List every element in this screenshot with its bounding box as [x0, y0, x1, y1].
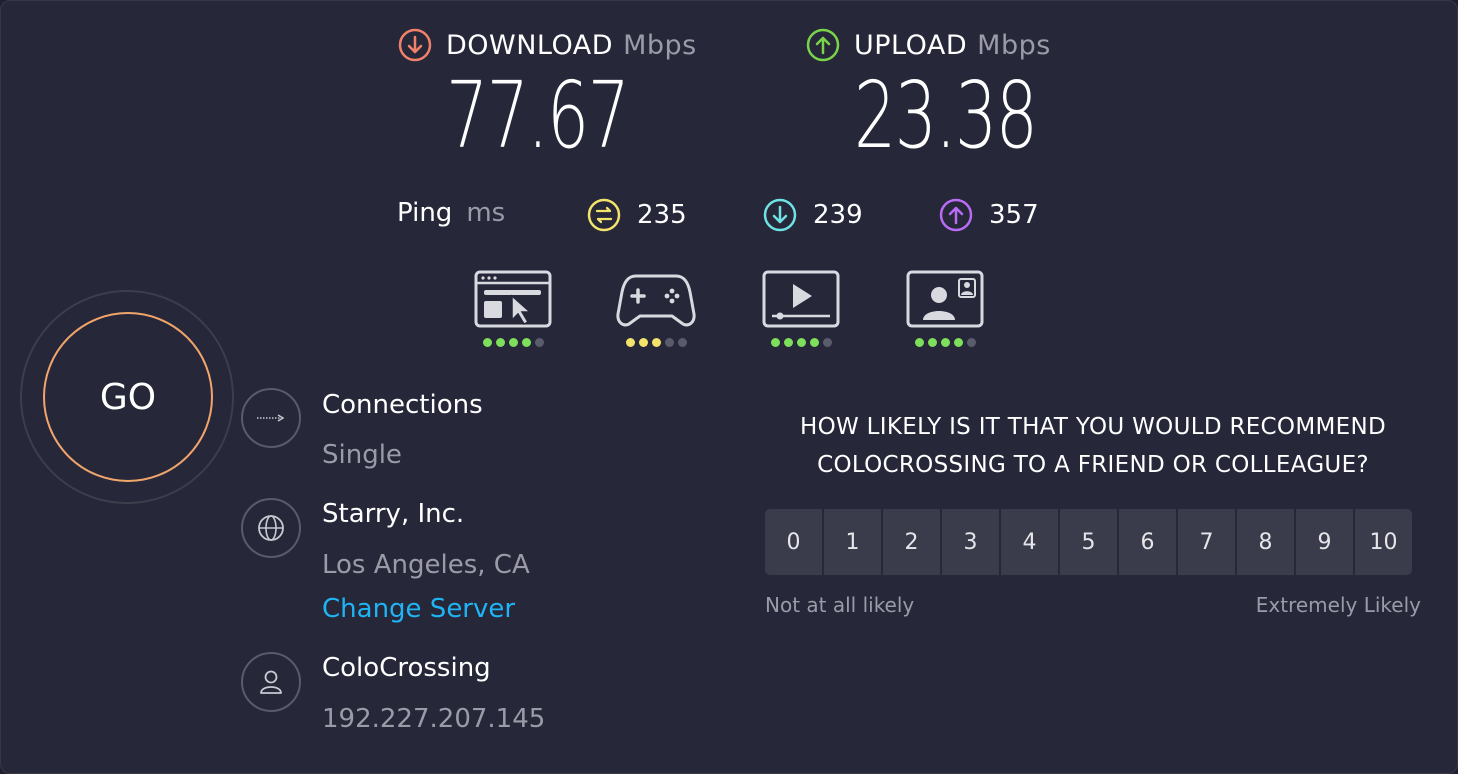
scale-option-6[interactable]: 6: [1119, 509, 1176, 575]
rating-dot: [495, 338, 505, 347]
rating-dot: [822, 338, 832, 347]
idle-latency-icon: [587, 198, 621, 232]
rating-dot: [508, 338, 518, 347]
scale-option-3[interactable]: 3: [942, 509, 999, 575]
rating-dot: [534, 338, 544, 347]
rating-dot: [966, 338, 976, 347]
rating-dot: [677, 338, 687, 347]
provider-ip: 192.227.207.145: [322, 704, 546, 734]
download-latency-icon: [763, 198, 797, 232]
scale-option-9[interactable]: 9: [1296, 509, 1353, 575]
quality-web-browsing: [473, 270, 553, 347]
ping-download-value: 239: [813, 200, 863, 230]
connections-value[interactable]: Single: [322, 440, 402, 470]
rating-dot: [783, 338, 793, 347]
scale-option-0[interactable]: 0: [765, 509, 822, 575]
scale-low-label: Not at all likely: [765, 593, 915, 617]
ping-heading: Ping ms: [397, 198, 505, 228]
ping-upload-value: 357: [989, 200, 1039, 230]
download-unit: Mbps: [623, 29, 697, 61]
quality-rating: [905, 338, 985, 347]
ping-idle: 235: [587, 198, 687, 232]
rating-dot: [809, 338, 819, 347]
upload-unit: Mbps: [977, 29, 1051, 61]
recommend-scale: 0 1 2 3 4 5 6 7 8 9 10: [765, 509, 1412, 575]
ping-unit: ms: [466, 198, 506, 228]
web-browsing-icon: [473, 270, 553, 334]
server-name: Starry, Inc.: [322, 499, 465, 529]
scale-option-2[interactable]: 2: [883, 509, 940, 575]
connections-icon[interactable]: [241, 388, 301, 448]
scale-option-8[interactable]: 8: [1237, 509, 1294, 575]
rating-dot: [927, 338, 937, 347]
quality-rating: [473, 338, 553, 347]
rating-dot: [796, 338, 806, 347]
rating-dot: [651, 338, 661, 347]
change-server-link[interactable]: Change Server: [322, 594, 515, 624]
download-header: DOWNLOAD Mbps: [398, 28, 697, 62]
quality-video-streaming: [761, 270, 841, 347]
rating-dot: [638, 338, 648, 347]
server-location: Los Angeles, CA: [322, 550, 530, 580]
connections-title: Connections: [322, 390, 483, 420]
scale-option-7[interactable]: 7: [1178, 509, 1235, 575]
upload-header: UPLOAD Mbps: [806, 28, 1051, 62]
go-button[interactable]: GO: [43, 312, 213, 482]
download-label: DOWNLOAD: [446, 29, 614, 61]
ping-download: 239: [763, 198, 863, 232]
upload-latency-icon: [939, 198, 973, 232]
scale-option-10[interactable]: 10: [1355, 509, 1412, 575]
globe-icon: [241, 498, 301, 558]
scale-option-4[interactable]: 4: [1001, 509, 1058, 575]
upload-value: 23.38: [854, 62, 1038, 169]
quality-gaming: [616, 270, 696, 347]
provider-name: ColoCrossing: [322, 653, 491, 683]
quality-rating: [616, 338, 696, 347]
upload-label: UPLOAD: [854, 29, 968, 61]
scale-option-5[interactable]: 5: [1060, 509, 1117, 575]
user-icon: [241, 652, 301, 712]
rating-dot: [953, 338, 963, 347]
ping-idle-value: 235: [637, 200, 687, 230]
video-chat-icon: [905, 270, 985, 334]
rating-dot: [940, 338, 950, 347]
rating-dot: [914, 338, 924, 347]
scale-option-1[interactable]: 1: [824, 509, 881, 575]
quality-rating: [761, 338, 841, 347]
rating-dot: [521, 338, 531, 347]
survey-question: HOW LIKELY IS IT THAT YOU WOULD RECOMMEN…: [800, 414, 1386, 478]
scale-high-label: Extremely Likely: [1255, 593, 1421, 617]
rating-dot: [664, 338, 674, 347]
video-streaming-icon: [761, 270, 841, 334]
download-value: 77.67: [446, 62, 630, 169]
rating-dot: [625, 338, 635, 347]
gaming-icon: [616, 270, 696, 334]
rating-dot: [770, 338, 780, 347]
ping-upload: 357: [939, 198, 1039, 232]
ping-label: Ping: [397, 198, 453, 228]
rating-dot: [482, 338, 492, 347]
download-arrow-icon: [398, 28, 432, 62]
quality-video-chat: [905, 270, 985, 347]
upload-arrow-icon: [806, 28, 840, 62]
